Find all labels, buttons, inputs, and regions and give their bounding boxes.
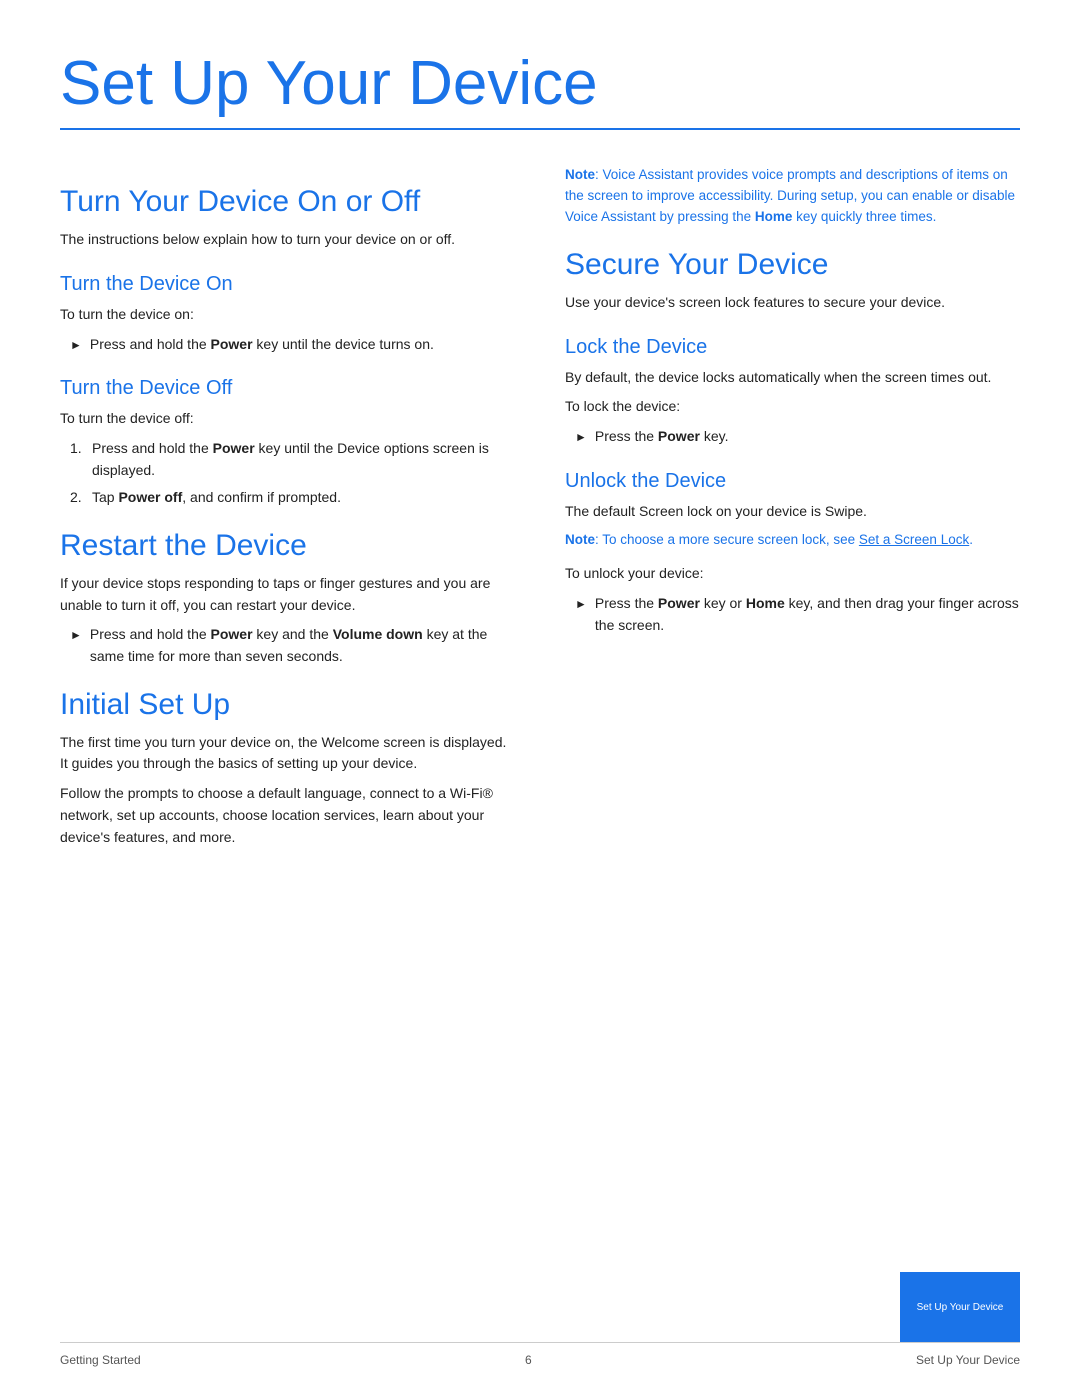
footer-page-number: 6 [525, 1353, 532, 1367]
turn-off-item-1: 1. Press and hold the Power key until th… [70, 438, 515, 481]
footer: Getting Started 6 Set Up Your Device [60, 1342, 1020, 1367]
unlock-bullet-text: Press the Power key or Home key, and the… [595, 593, 1020, 636]
note-text: : Voice Assistant provides voice prompts… [565, 167, 1015, 224]
bullet-arrow-icon: ► [70, 336, 82, 355]
footer-left-text: Getting Started [60, 1353, 141, 1367]
restart-intro: If your device stops responding to taps … [60, 573, 515, 616]
unlock-note: Note: To choose a more secure screen loc… [565, 530, 1020, 551]
unlock-bullet: ► Press the Power key or Home key, and t… [575, 593, 1020, 636]
initial-setup-para2: Follow the prompts to choose a default l… [60, 783, 515, 848]
turn-off-item-2: 2. Tap Power off, and confirm if prompte… [70, 487, 515, 509]
page-thumbnail: Set Up Your Device [900, 1272, 1020, 1342]
unlock-para2: To unlock your device: [565, 563, 1020, 585]
lock-para2: To lock the device: [565, 396, 1020, 418]
lock-para1: By default, the device locks automatical… [565, 367, 1020, 389]
turn-on-bullet: ► Press and hold the Power key until the… [70, 334, 515, 356]
two-column-layout: Turn Your Device On or Off The instructi… [60, 165, 1020, 856]
unlock-note-text: : To choose a more secure screen lock, s… [595, 532, 859, 547]
subsection-turn-off-title: Turn the Device Off [60, 377, 515, 400]
bullet-arrow-unlock-icon: ► [575, 595, 587, 614]
list-num-1: 1. [70, 438, 92, 481]
turn-off-list: 1. Press and hold the Power key until th… [70, 438, 515, 509]
turn-off-intro: To turn the device off: [60, 408, 515, 430]
bullet-arrow-lock-icon: ► [575, 428, 587, 447]
unlock-para1: The default Screen lock on your device i… [565, 501, 1020, 523]
turn-off-item-1-text: Press and hold the Power key until the D… [92, 438, 515, 481]
column-right: Note: Voice Assistant provides voice pro… [565, 165, 1020, 856]
set-screen-lock-link[interactable]: Set a Screen Lock [859, 532, 969, 547]
section-initial-setup-title: Initial Set Up [60, 688, 515, 722]
restart-bullet-text: Press and hold the Power key and the Vol… [90, 624, 515, 667]
footer-right-text: Set Up Your Device [916, 1353, 1020, 1367]
turn-on-intro: To turn the device on: [60, 304, 515, 326]
voice-assistant-note: Note: Voice Assistant provides voice pro… [565, 165, 1020, 228]
initial-setup-para1: The first time you turn your device on, … [60, 732, 515, 775]
subsection-turn-on-title: Turn the Device On [60, 273, 515, 296]
turn-on-bullet-text: Press and hold the Power key until the d… [90, 334, 434, 356]
restart-bullet: ► Press and hold the Power key and the V… [70, 624, 515, 667]
page: Set Up Your Device Turn Your Device On o… [0, 0, 1080, 1397]
list-num-2: 2. [70, 487, 92, 509]
unlock-note-label: Note [565, 532, 595, 547]
bullet-arrow-restart-icon: ► [70, 626, 82, 645]
unlock-note-end: . [969, 532, 973, 547]
lock-bullet: ► Press the Power key. [575, 426, 1020, 448]
section-secure-title: Secure Your Device [565, 248, 1020, 282]
thumbnail-label: Set Up Your Device [917, 1302, 1004, 1313]
turn-off-item-2-text: Tap Power off, and confirm if prompted. [92, 487, 341, 509]
section-turn-on-off-title: Turn Your Device On or Off [60, 185, 515, 219]
subsection-unlock-title: Unlock the Device [565, 470, 1020, 493]
subsection-lock-title: Lock the Device [565, 336, 1020, 359]
section-turn-on-off-intro: The instructions below explain how to tu… [60, 229, 515, 251]
lock-bullet-text: Press the Power key. [595, 426, 729, 448]
secure-intro: Use your device's screen lock features t… [565, 292, 1020, 314]
column-left: Turn Your Device On or Off The instructi… [60, 165, 515, 856]
page-title: Set Up Your Device [60, 50, 1020, 118]
note-label: Note [565, 167, 595, 182]
title-divider [60, 128, 1020, 130]
section-restart-title: Restart the Device [60, 529, 515, 563]
